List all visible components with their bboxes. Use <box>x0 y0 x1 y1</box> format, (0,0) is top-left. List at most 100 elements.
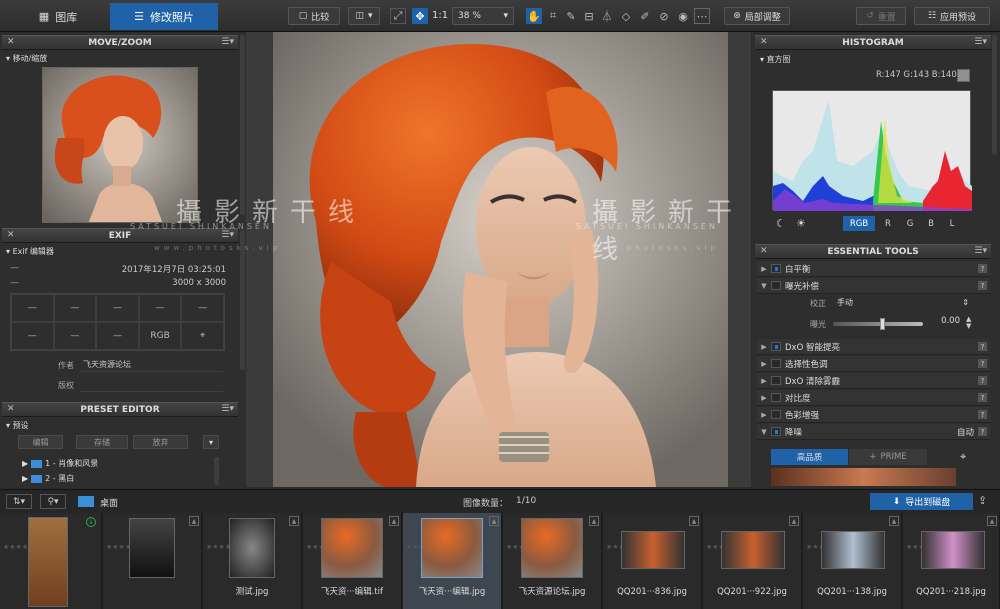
crop-icon[interactable]: ⌗ <box>545 8 561 24</box>
preset-save-button[interactable]: 存储 <box>76 435 128 449</box>
folder-name[interactable]: 桌面 <box>100 496 118 509</box>
rating-stars[interactable]: ★★★★★ <box>506 543 537 552</box>
help-icon[interactable]: ? <box>978 393 987 402</box>
toggle-switch[interactable] <box>771 359 781 368</box>
rating-stars[interactable]: ★★★★★ <box>3 543 34 552</box>
zoom-one-to-one[interactable]: 1:1 <box>432 10 448 21</box>
preset-discard-button[interactable]: 放弃 <box>133 435 188 449</box>
eyedropper-icon[interactable]: ✎ <box>563 8 579 24</box>
rating-stars[interactable]: ★★★★★ <box>306 543 337 552</box>
preset-folder-2[interactable]: ▶ 2 - 黑白 <box>22 473 74 484</box>
close-icon[interactable]: ✕ <box>7 404 15 414</box>
help-icon[interactable]: ? <box>978 281 987 290</box>
author-field[interactable]: 飞天资源论坛 <box>80 358 223 372</box>
tool-exposure[interactable]: ▼ 曝光补偿? <box>757 278 990 294</box>
redo-button[interactable]: ↺ 重置 <box>856 7 906 25</box>
image-viewer[interactable]: 攝影新干线 SATSUEI SHINKANSEN www.photosks.vi… <box>130 32 751 487</box>
filmstrip-cell[interactable]: ★★★★★ ▲ QQ201···138.jpg <box>803 513 902 609</box>
filter-icon[interactable]: ⚲▾ <box>40 494 66 509</box>
preset-scrollbar[interactable] <box>214 457 219 485</box>
tool-clear-view[interactable]: ▶ DxO 清除雾霾? <box>757 373 990 389</box>
panel-menu-icon[interactable]: ☰▾ <box>221 230 234 240</box>
filmstrip-cell[interactable]: ★★★★★ ▲ 飞天资···编辑.tif <box>303 513 402 609</box>
compare-button[interactable]: ▢ 比较 <box>288 7 340 25</box>
exposure-slider[interactable] <box>833 318 923 330</box>
channel-b[interactable]: B <box>922 216 940 231</box>
toggle-switch[interactable] <box>771 427 781 436</box>
toggle-switch[interactable] <box>771 393 781 402</box>
filmstrip-cell[interactable]: ★★★★★ ▲ 飞天资源论坛.jpg <box>503 513 602 609</box>
help-icon[interactable]: ? <box>978 410 987 419</box>
filmstrip-cell[interactable]: ★★★★★ ▲ QQ201···836.jpg <box>603 513 702 609</box>
close-icon[interactable]: ✕ <box>7 230 15 240</box>
export-button[interactable]: ⬇ 导出到磁盘 <box>870 493 973 510</box>
filmstrip-cell[interactable]: ★★★★★ ▲ QQ201···922.jpg <box>703 513 802 609</box>
toggle-switch[interactable] <box>771 342 781 351</box>
apply-preset-button[interactable]: ☷ 应用预设 <box>914 7 990 25</box>
tool-contrast[interactable]: ▶ 对比度? <box>757 390 990 406</box>
panel-menu-icon[interactable]: ☰▾ <box>221 404 234 414</box>
rating-stars[interactable]: ★★★★★ <box>806 543 837 552</box>
preset-folder-1[interactable]: ▶ 1 - 肖像和风景 <box>22 458 98 469</box>
target-icon[interactable]: ⌖ <box>960 450 966 464</box>
filmstrip-cell[interactable]: ★★★★★ ↓ <box>0 513 102 609</box>
toggle-switch[interactable] <box>771 410 781 419</box>
tool-selective-tone[interactable]: ▶ 选择性色调? <box>757 356 990 372</box>
fit-icon[interactable]: ⤢ <box>390 8 406 24</box>
flag-icon[interactable]: ↓ <box>86 517 96 527</box>
panel-menu-icon[interactable]: ☰▾ <box>974 37 987 47</box>
perspective-icon[interactable]: ⏃ <box>599 8 615 24</box>
channel-r[interactable]: R <box>879 216 897 231</box>
tool-white-balance[interactable]: ▶ 白平衡? <box>757 261 990 277</box>
stepper-icon[interactable]: ▲ ▼ <box>966 316 971 330</box>
prime-button[interactable]: + PRIME <box>849 449 927 465</box>
channel-rgb[interactable]: RGB <box>843 216 875 231</box>
help-icon[interactable]: ? <box>978 359 987 368</box>
channel-g[interactable]: G <box>901 216 919 231</box>
filmstrip-cell[interactable]: ★★★★★ ▲ 测试.jpg <box>203 513 302 609</box>
toggle-switch[interactable] <box>771 264 781 273</box>
grid-toggle-icon[interactable]: ⋯ <box>694 8 710 24</box>
move-icon[interactable]: ✥ <box>412 8 428 24</box>
link-icon[interactable]: ⊘ <box>656 8 672 24</box>
close-icon[interactable]: ✕ <box>760 37 768 47</box>
tool-noise[interactable]: ▼ 降噪 自动? <box>757 424 990 440</box>
navigator-thumbnail[interactable] <box>42 67 198 223</box>
toggle-switch[interactable] <box>771 376 781 385</box>
panel-menu-icon[interactable]: ☰▾ <box>221 37 234 47</box>
tab-customize[interactable]: ☰ 修改照片 <box>110 3 218 30</box>
local-adjust-button[interactable]: ⊛ 局部调整 <box>724 7 790 25</box>
help-icon[interactable]: ? <box>978 264 987 273</box>
rating-stars[interactable]: ★★★★★ <box>406 543 437 552</box>
copyright-field[interactable] <box>80 378 223 392</box>
filmstrip-cell[interactable]: ★★★★★ ▲ QQ201···218.jpg <box>903 513 1000 609</box>
filmstrip-cell[interactable]: ★★★★★ ▲ <box>103 513 202 609</box>
channel-l[interactable]: L <box>943 216 961 231</box>
preset-menu-button[interactable]: ▾ <box>203 435 219 449</box>
horizon-icon[interactable]: ⊟ <box>581 8 597 24</box>
panel-menu-icon[interactable]: ☰▾ <box>974 246 987 256</box>
volume-icon[interactable]: ◇ <box>618 8 634 24</box>
left-scrollbar[interactable] <box>240 35 245 215</box>
hand-icon[interactable]: ✋ <box>526 8 542 24</box>
help-icon[interactable]: ? <box>978 342 987 351</box>
tab-library[interactable]: ▦ 图库 <box>8 3 108 30</box>
hq-button[interactable]: 高品质 <box>771 449 848 465</box>
toggle-switch[interactable] <box>771 281 781 290</box>
rating-stars[interactable]: ★★★★★ <box>906 543 937 552</box>
retouch-icon[interactable]: ✐ <box>637 8 653 24</box>
right-scrollbar[interactable] <box>992 35 997 155</box>
share-icon[interactable]: ⇪ <box>978 494 987 507</box>
close-icon[interactable]: ✕ <box>760 246 768 256</box>
exposure-value[interactable]: 0.00 <box>930 316 960 329</box>
preset-edit-button[interactable]: 编辑 <box>18 435 63 449</box>
tool-color-boost[interactable]: ▶ 色彩增强? <box>757 407 990 423</box>
split-view-button[interactable]: ◫ ▾ <box>348 7 380 25</box>
close-icon[interactable]: ✕ <box>7 37 15 47</box>
correction-select[interactable]: 手动 ⇕ <box>833 296 973 309</box>
rating-stars[interactable]: ★★★★★ <box>206 543 237 552</box>
eye-icon[interactable]: ◉ <box>675 8 691 24</box>
help-icon[interactable]: ? <box>978 376 987 385</box>
rating-stars[interactable]: ★★★★★ <box>706 543 737 552</box>
rating-stars[interactable]: ★★★★★ <box>606 543 637 552</box>
